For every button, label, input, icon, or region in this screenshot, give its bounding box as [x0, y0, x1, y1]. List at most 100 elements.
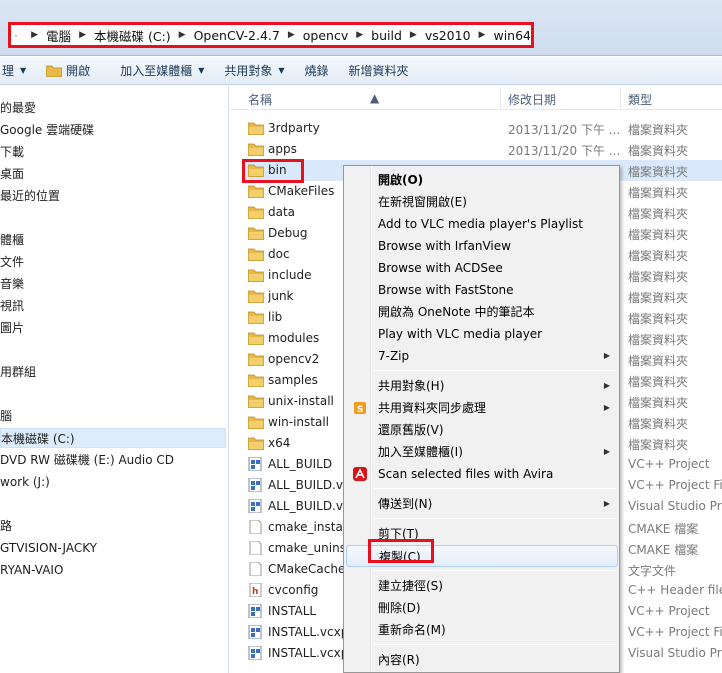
- breadcrumb-item[interactable]: win64: [493, 28, 531, 43]
- context-menu-item[interactable]: Browse with FastStone: [346, 279, 618, 301]
- nav-item[interactable]: DVD RW 磁碟機 (E:) Audio CD: [0, 450, 174, 470]
- menu-item-label: Add to VLC media player's Playlist: [378, 217, 583, 231]
- breadcrumb-item[interactable]: build: [371, 28, 402, 43]
- context-menu-item[interactable]: Play with VLC media player: [346, 323, 618, 345]
- context-menu-item[interactable]: 重新命名(M): [346, 619, 618, 641]
- command-bar: 理 ▼ 開啟 加入至媒體櫃 ▼ 共用對象 ▼ 燒錄 新增資料夾: [0, 57, 722, 85]
- new-folder-button[interactable]: 新增資料夾: [339, 57, 419, 84]
- file-row[interactable]: apps 2013/11/20 下午 ... 檔案資料夾: [244, 139, 722, 160]
- nav-item[interactable]: 圖片: [0, 318, 24, 338]
- menu-item-label: 傳送到(N): [378, 497, 433, 511]
- column-name-header[interactable]: 名稱: [248, 91, 272, 108]
- menu-separator: [374, 488, 616, 489]
- breadcrumb-separator-icon[interactable]: ▶: [410, 30, 417, 40]
- menu-item-label: 加入至媒體櫃(I): [378, 445, 463, 459]
- column-divider[interactable]: [500, 88, 501, 108]
- nav-item[interactable]: 桌面: [0, 164, 24, 184]
- file-type: 文字文件: [628, 564, 677, 578]
- nav-item[interactable]: 路: [0, 516, 12, 536]
- nav-item[interactable]: 體櫃: [0, 230, 24, 250]
- folder-icon: [248, 437, 264, 450]
- nav-item[interactable]: 最近的位置: [0, 186, 60, 206]
- share-button[interactable]: 共用對象 ▼: [214, 57, 294, 84]
- context-menu-item[interactable]: 建立捷徑(S): [346, 575, 618, 597]
- folder-icon: [15, 34, 18, 36]
- context-menu: 開啟(O) 在新視窗開啟(E) Add to VLC media player's …: [343, 165, 620, 673]
- folder-icon: [248, 353, 264, 366]
- context-menu-item[interactable]: 加入至媒體櫃(I) ▶: [346, 441, 618, 463]
- nav-item[interactable]: 用群組: [0, 362, 36, 382]
- sort-ascending-icon: ▲: [370, 91, 380, 105]
- menu-item-label: Browse with FastStone: [378, 283, 514, 297]
- nav-item[interactable]: Google 雲端硬碟: [0, 120, 94, 140]
- folder-icon: [248, 416, 264, 429]
- context-menu-item[interactable]: Browse with IrfanView: [346, 235, 618, 257]
- breadcrumb-item[interactable]: OpenCV-2.4.7: [194, 28, 280, 43]
- breadcrumb-separator-icon[interactable]: ▶: [79, 30, 86, 40]
- nav-item[interactable]: 腦: [0, 406, 12, 426]
- add-to-library-button[interactable]: 加入至媒體櫃 ▼: [110, 57, 214, 84]
- context-menu-item[interactable]: 在新視窗開啟(E): [346, 191, 618, 213]
- submenu-arrow-icon: ▶: [603, 381, 610, 390]
- open-button[interactable]: 開啟: [36, 57, 100, 84]
- nav-item[interactable]: work (J:): [0, 472, 50, 492]
- menu-item-label: Browse with ACDSee: [378, 261, 503, 275]
- context-menu-item[interactable]: S 共用資料夾同步處理 ▶: [346, 397, 618, 419]
- folder-icon: [248, 227, 264, 240]
- breadcrumb-separator-icon[interactable]: ▶: [288, 30, 295, 40]
- navigation-pane: 的最愛 Google 雲端硬碟 下載 桌面 最近的位置體櫃 文件 音樂 視訊 圖片用群組腦本機磁…: [0, 86, 229, 673]
- nav-item[interactable]: RYAN-VAIO: [0, 560, 63, 580]
- address-bar[interactable]: ▶ 電腦 ▶ 本機磁碟 (C:) ▶ OpenCV-2.4.7 ▶ opencv ▶ build ▶…: [8, 22, 534, 48]
- nav-item[interactable]: 文件: [0, 252, 24, 272]
- breadcrumb-item[interactable]: opencv: [303, 28, 348, 43]
- folder-icon: [248, 269, 264, 282]
- context-menu-item[interactable]: Scan selected files with Avira: [346, 463, 618, 485]
- breadcrumb-item[interactable]: 本機磁碟 (C:): [94, 26, 171, 45]
- context-menu-item[interactable]: 7-Zip ▶: [346, 345, 618, 367]
- menu-item-label: 還原舊版(V): [378, 423, 444, 437]
- folder-icon: [248, 374, 264, 387]
- column-date-header[interactable]: 修改日期: [508, 91, 556, 108]
- nav-item[interactable]: GTVISION-JACKY: [0, 538, 97, 558]
- file-name: include: [268, 268, 312, 282]
- context-menu-item[interactable]: Browse with ACDSee: [346, 257, 618, 279]
- context-menu-item[interactable]: 還原舊版(V): [346, 419, 618, 441]
- organize-button[interactable]: 理 ▼: [0, 57, 36, 84]
- folder-icon: [248, 290, 264, 303]
- chevron-down-icon: ▼: [198, 66, 205, 75]
- vcproj-file-icon: [248, 478, 262, 492]
- nav-item[interactable]: 的最愛: [0, 98, 36, 118]
- column-divider[interactable]: [620, 88, 621, 108]
- column-type-header[interactable]: 類型: [628, 91, 652, 108]
- nav-item[interactable]: 本機磁碟 (C:): [0, 428, 226, 448]
- context-menu-item[interactable]: 內容(R): [346, 649, 618, 671]
- breadcrumb-item[interactable]: vs2010: [425, 28, 471, 43]
- breadcrumb-separator-icon[interactable]: ▶: [179, 30, 186, 40]
- menu-item-label: 建立捷徑(S): [378, 579, 443, 593]
- context-menu-item[interactable]: Add to VLC media player's Playlist: [346, 213, 618, 235]
- context-menu-item[interactable]: 刪除(D): [346, 597, 618, 619]
- nav-item[interactable]: 視訊: [0, 296, 24, 316]
- share-label: 共用對象: [224, 64, 273, 78]
- menu-item-label: 重新命名(M): [378, 623, 446, 637]
- context-menu-item[interactable]: 共用對象(H) ▶: [346, 375, 618, 397]
- nav-item[interactable]: 下載: [0, 142, 24, 162]
- breadcrumb-separator-icon[interactable]: ▶: [356, 30, 363, 40]
- explorer-window: ▶ 電腦 ▶ 本機磁碟 (C:) ▶ OpenCV-2.4.7 ▶ opencv ▶ build ▶…: [0, 0, 722, 673]
- context-menu-item[interactable]: 開啟(O): [346, 169, 618, 191]
- file-name: Debug: [268, 226, 308, 240]
- menu-item-label: 在新視窗開啟(E): [378, 195, 467, 209]
- file-name: doc: [268, 247, 290, 261]
- file-type: 檔案資料夾: [628, 186, 689, 200]
- submenu-arrow-icon: ▶: [603, 351, 610, 360]
- breadcrumb-item[interactable]: 電腦: [46, 26, 71, 45]
- menu-item-label: 內容(R): [378, 653, 420, 667]
- context-menu-item[interactable]: 開啟為 OneNote 中的筆記本: [346, 301, 618, 323]
- nav-item[interactable]: 音樂: [0, 274, 24, 294]
- burn-button[interactable]: 燒錄: [295, 57, 339, 84]
- file-type: 檔案資料夾: [628, 417, 689, 431]
- context-menu-item[interactable]: 傳送到(N) ▶: [346, 493, 618, 515]
- breadcrumb-separator-icon[interactable]: ▶: [31, 30, 38, 40]
- file-row[interactable]: 3rdparty 2013/11/20 下午 ... 檔案資料夾: [244, 118, 722, 139]
- breadcrumb-separator-icon[interactable]: ▶: [479, 30, 486, 40]
